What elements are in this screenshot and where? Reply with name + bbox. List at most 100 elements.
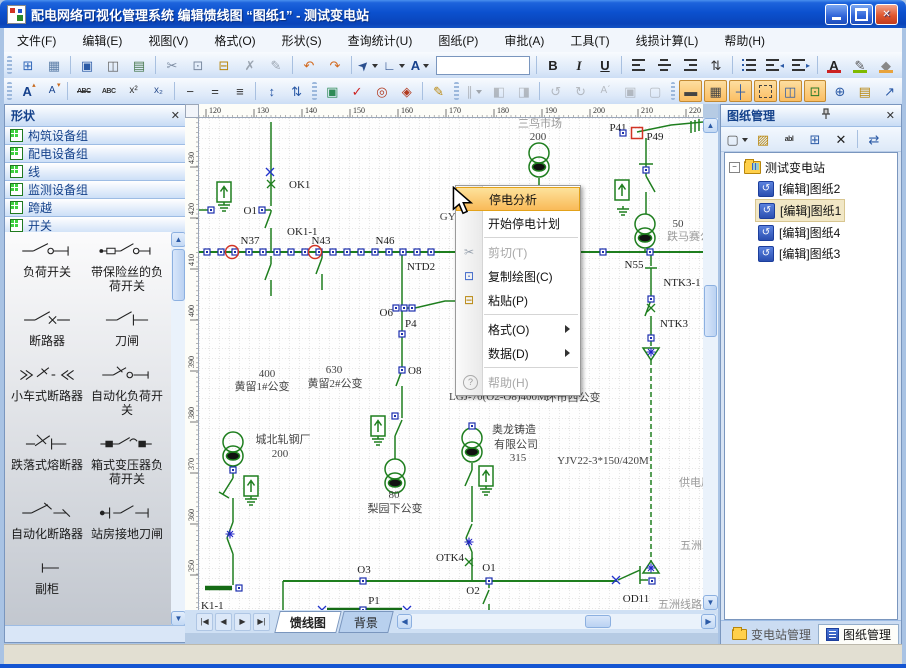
- rotate-right-icon[interactable]: ↻: [569, 80, 592, 102]
- menu-item-10[interactable]: 线损计算(L): [623, 29, 712, 52]
- shape-group-4[interactable]: 监测设备组: [5, 181, 186, 199]
- minimize-button[interactable]: [825, 4, 848, 25]
- tree-item-sheet-4[interactable]: ↺[编辑]图纸3: [755, 243, 843, 264]
- menu-item-6[interactable]: 查询统计(U): [335, 29, 426, 52]
- ruler-toggle-icon[interactable]: ▬: [679, 80, 702, 102]
- context-menu-item-11[interactable]: ?帮助(H): [456, 370, 580, 394]
- align-center-icon[interactable]: [652, 54, 676, 76]
- decrease-font-icon[interactable]: A▾: [41, 80, 64, 102]
- context-menu-item-6[interactable]: ⊟粘贴(P): [456, 288, 580, 312]
- last-page-icon[interactable]: ▶|: [253, 613, 270, 631]
- tree-item-sheet-2[interactable]: ↺[编辑]图纸1: [755, 199, 845, 222]
- bullets-icon[interactable]: [737, 54, 761, 76]
- menu-item-1[interactable]: 文件(F): [4, 29, 69, 52]
- fill-color-icon[interactable]: ◆: [874, 54, 898, 76]
- sync-sheet-icon[interactable]: ⇄: [862, 128, 886, 150]
- menu-item-8[interactable]: 审批(A): [491, 29, 557, 52]
- delete-icon[interactable]: ✗: [238, 54, 262, 76]
- find-drawing-icon[interactable]: ◎: [371, 80, 394, 102]
- increase-font-icon[interactable]: A▴: [16, 80, 39, 102]
- menu-item-9[interactable]: 工具(T): [557, 29, 622, 52]
- pin-icon[interactable]: [821, 108, 831, 123]
- connection-points-toggle-icon[interactable]: ⊡: [804, 80, 827, 102]
- properties-icon[interactable]: ▤: [853, 80, 876, 102]
- scroll-thumb[interactable]: [585, 615, 611, 628]
- line-weight-medium-icon[interactable]: =: [204, 80, 227, 102]
- line-weight-thick-icon[interactable]: ≡: [229, 80, 252, 102]
- context-menu-item-9[interactable]: 数据(D): [456, 341, 580, 365]
- canvas-vertical-scrollbar[interactable]: ▲ ▼: [703, 118, 718, 610]
- style-combo-box[interactable]: [436, 56, 530, 75]
- undo-icon[interactable]: ↶: [297, 54, 321, 76]
- scroll-left-icon[interactable]: ◀: [397, 614, 412, 629]
- menu-item-4[interactable]: 格式(O): [201, 29, 268, 52]
- group-icon[interactable]: ▣: [619, 80, 642, 102]
- subscript-icon[interactable]: x₂: [147, 80, 170, 102]
- validate-drawing-icon[interactable]: ✓: [346, 80, 369, 102]
- copy-sheet-icon[interactable]: ⊞: [803, 128, 827, 150]
- stencil-7[interactable]: 跌落式熔断器: [7, 433, 87, 486]
- align-right-icon[interactable]: [678, 54, 702, 76]
- next-page-icon[interactable]: ▶: [234, 613, 251, 631]
- indent-decrease-icon[interactable]: ◂: [763, 54, 787, 76]
- italic-icon[interactable]: I: [567, 54, 591, 76]
- report-table-icon[interactable]: ▦: [42, 54, 66, 76]
- print-preview-icon[interactable]: ◫: [101, 54, 125, 76]
- pointer-arrows-icon[interactable]: ↗: [878, 80, 901, 102]
- tree-item-sheet-3[interactable]: ↺[编辑]图纸4: [755, 222, 843, 243]
- ungroup-icon[interactable]: ▢: [644, 80, 667, 102]
- close-button[interactable]: ✕: [875, 4, 898, 25]
- stencil-6[interactable]: 自动化负荷开关: [87, 364, 167, 417]
- context-menu-item-2[interactable]: 开始停电计划: [456, 211, 580, 235]
- print-icon[interactable]: ▤: [127, 54, 151, 76]
- rotate-text-icon[interactable]: Aˊ: [594, 80, 617, 102]
- scroll-up-icon[interactable]: ▲: [703, 118, 718, 133]
- scroll-right-icon[interactable]: ▶: [701, 614, 716, 629]
- vertical-text-icon[interactable]: ⇅: [704, 54, 728, 76]
- page-tab-1[interactable]: 馈线图: [274, 611, 342, 633]
- stencil-3[interactable]: 断路器: [7, 309, 87, 348]
- shape-group-5[interactable]: 跨越: [5, 199, 186, 217]
- sheet-panel-close-icon[interactable]: ✕: [886, 109, 895, 122]
- panel-tab-2[interactable]: 图纸管理: [818, 624, 899, 644]
- flip-vertical-icon[interactable]: ◨: [512, 80, 535, 102]
- rotate-left-icon[interactable]: ↺: [544, 80, 567, 102]
- open-sheet-icon[interactable]: ▨: [751, 128, 775, 150]
- align-shapes-icon[interactable]: ∥: [463, 80, 486, 102]
- page-tab-2[interactable]: 背景: [338, 611, 394, 633]
- tree-item-sheet-1[interactable]: ↺[编辑]图纸2: [755, 178, 843, 199]
- menu-item-7[interactable]: 图纸(P): [425, 29, 491, 52]
- stencil-5[interactable]: 小车式断路器: [7, 364, 87, 417]
- shapes-close-icon[interactable]: ✕: [171, 109, 180, 122]
- indent-increase-icon[interactable]: ▸: [789, 54, 813, 76]
- line-color-icon[interactable]: ✎: [848, 54, 872, 76]
- scroll-up-icon[interactable]: ▲: [171, 232, 186, 247]
- scroll-thumb[interactable]: [704, 285, 717, 337]
- redo-icon[interactable]: ↷: [323, 54, 347, 76]
- menu-item-5[interactable]: 形状(S): [269, 29, 335, 52]
- insert-picture-icon[interactable]: ▣: [321, 80, 344, 102]
- scroll-down-icon[interactable]: ▼: [171, 611, 186, 626]
- edit-note-icon[interactable]: ✎: [427, 80, 450, 102]
- context-menu-item-4[interactable]: ✂剪切(T): [456, 240, 580, 264]
- stencil-4[interactable]: 刀闸: [87, 309, 167, 348]
- cut-icon[interactable]: ✂: [160, 54, 184, 76]
- shape-group-1[interactable]: 构筑设备组: [5, 127, 186, 145]
- stencil-8[interactable]: 箱式变压器负荷开关: [87, 433, 167, 486]
- stencil-1[interactable]: 负荷开关: [7, 240, 87, 293]
- shape-group-3[interactable]: 线: [5, 163, 186, 181]
- maximize-button[interactable]: [850, 4, 873, 25]
- paste-icon[interactable]: ⊟: [212, 54, 236, 76]
- pointer-tool-icon[interactable]: ➤: [356, 54, 380, 76]
- drawing-page[interactable]: 三鸟市场200P41P49OK1梨园下支线GYJ-70(N46-O2)400MO…: [199, 118, 703, 610]
- new-sheet-icon[interactable]: ▢: [725, 128, 749, 150]
- text-tool-icon[interactable]: A: [408, 54, 432, 76]
- strikethrough-icon[interactable]: ABC: [72, 80, 95, 102]
- panel-tab-1[interactable]: 变电站管理: [725, 625, 818, 644]
- feeder-diagram[interactable]: 三鸟市场200P41P49OK1梨园下支线GYJ-70(N46-O2)400MO…: [199, 118, 703, 610]
- stencil-11[interactable]: 副柜: [7, 557, 87, 596]
- spacing-decrease-icon[interactable]: ⇅: [285, 80, 308, 102]
- grid-toggle-icon[interactable]: ▦: [704, 80, 727, 102]
- connector-tool-icon[interactable]: ∟: [382, 54, 406, 76]
- shape-group-2[interactable]: 配电设备组: [5, 145, 186, 163]
